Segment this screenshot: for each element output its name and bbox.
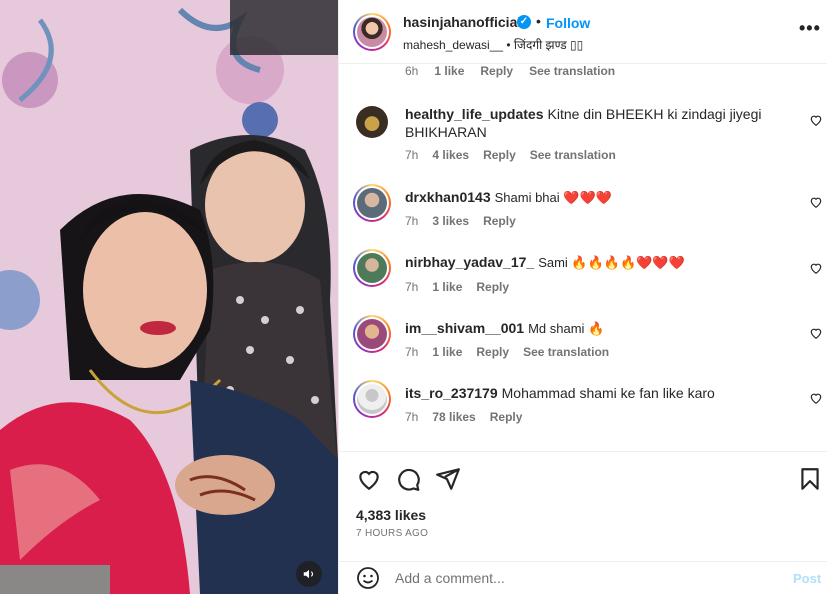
comment-text-block: drxkhan0143 Shami bhai ❤️❤️❤️ xyxy=(405,188,795,207)
more-options-icon[interactable]: ••• xyxy=(799,18,821,39)
comment-time: 6h xyxy=(405,64,419,78)
speaker-icon xyxy=(303,569,314,579)
share-icon[interactable] xyxy=(435,466,461,492)
see-translation-button[interactable]: See translation xyxy=(529,64,615,78)
audio-link[interactable]: mahesh_dewasi__ • जिंदगी झण्ड ▯▯ xyxy=(403,36,583,53)
comment-like-heart-icon[interactable] xyxy=(809,113,823,127)
post-comment-button[interactable]: Post xyxy=(793,571,821,586)
post-photo xyxy=(0,0,338,594)
comment-item: drxkhan0143 Shami bhai ❤️❤️❤️ 7h 3 likes … xyxy=(339,184,827,244)
bookmark-icon[interactable] xyxy=(797,466,823,492)
comment-text-block: nirbhay_yadav_17_ Sami 🔥🔥🔥🔥❤️❤️❤️ xyxy=(405,253,795,272)
comment-text: Sami 🔥🔥🔥🔥❤️❤️❤️ xyxy=(538,255,685,270)
comment-text: Mohammad shami ke fan like karo xyxy=(501,385,715,401)
see-translation-button[interactable]: See translation xyxy=(530,148,616,162)
comment-like-heart-icon[interactable] xyxy=(809,195,823,209)
see-translation-button[interactable]: See translation xyxy=(523,345,609,359)
reply-button[interactable]: Reply xyxy=(476,345,509,359)
reply-button[interactable]: Reply xyxy=(476,280,509,294)
comment-meta: 7h 4 likes Reply See translation xyxy=(405,148,616,162)
separator-dot: • xyxy=(536,13,541,29)
emoji-icon[interactable] xyxy=(356,566,380,590)
comment-item: im__shivam__001 Md shami 🔥 7h 1 like Repl… xyxy=(339,315,827,375)
comments-list[interactable]: 6h 1 like Reply See translation healthy_… xyxy=(339,64,827,451)
partial-comment-meta: 6h 1 like Reply See translation xyxy=(405,64,615,78)
comment-like-heart-icon[interactable] xyxy=(809,326,823,340)
owner-avatar[interactable] xyxy=(353,13,391,51)
comment-item: nirbhay_yadav_17_ Sami 🔥🔥🔥🔥❤️❤️❤️ 7h 1 li… xyxy=(339,249,827,309)
commenter-avatar[interactable] xyxy=(353,103,391,141)
comment-likes[interactable]: 1 like xyxy=(432,280,462,294)
comment-like-heart-icon[interactable] xyxy=(809,261,823,275)
comment-meta: 7h 78 likes Reply xyxy=(405,410,522,424)
comment-composer: Post xyxy=(339,561,827,594)
comment-likes[interactable]: 3 likes xyxy=(432,214,469,228)
commenter-avatar[interactable] xyxy=(353,380,391,418)
comment-text-block: healthy_life_updates Kitne din BHEEKH ki … xyxy=(405,105,795,141)
owner-username[interactable]: hasinjahanofficial xyxy=(403,14,521,30)
comment-meta: 7h 1 like Reply See translation xyxy=(405,345,609,359)
commenter-username[interactable]: healthy_life_updates xyxy=(405,106,544,122)
comment-text: Md shami 🔥 xyxy=(528,321,605,336)
comment-text-block: its_ro_237179 Mohammad shami ke fan like … xyxy=(405,384,795,402)
post-timestamp: 7 HOURS AGO xyxy=(356,528,429,539)
comment-item: its_ro_237179 Mohammad shami ke fan like … xyxy=(339,380,827,440)
comment-time: 7h xyxy=(405,345,419,359)
comment-text-block: im__shivam__001 Md shami 🔥 xyxy=(405,319,795,338)
commenter-avatar[interactable] xyxy=(353,315,391,353)
comment-icon[interactable] xyxy=(395,466,421,492)
post-media[interactable] xyxy=(0,0,338,594)
comment-item: healthy_life_updates Kitne din BHEEKH ki … xyxy=(339,103,827,173)
comment-time: 7h xyxy=(405,148,419,162)
comment-likes[interactable]: 1 like xyxy=(432,345,462,359)
comment-likes[interactable]: 78 likes xyxy=(432,410,475,424)
comment-input[interactable] xyxy=(395,568,775,588)
commenter-avatar[interactable] xyxy=(353,249,391,287)
mute-button[interactable] xyxy=(296,561,322,587)
commenter-avatar[interactable] xyxy=(353,184,391,222)
comment-meta: 7h 3 likes Reply xyxy=(405,214,516,228)
comment-time: 7h xyxy=(405,280,419,294)
commenter-username[interactable]: nirbhay_yadav_17_ xyxy=(405,254,534,270)
comment-likes[interactable]: 4 likes xyxy=(432,148,469,162)
comment-likes[interactable]: 1 like xyxy=(434,64,464,78)
comment-like-heart-icon[interactable] xyxy=(809,391,823,405)
likes-count[interactable]: 4,383 likes xyxy=(356,507,426,523)
post-actions: 4,383 likes 7 HOURS AGO xyxy=(339,451,827,561)
comment-time: 7h xyxy=(405,214,419,228)
post-header: hasinjahanofficial ✓ • Follow mahesh_dew… xyxy=(339,0,827,64)
commenter-username[interactable]: drxkhan0143 xyxy=(405,189,491,205)
reply-button[interactable]: Reply xyxy=(483,148,516,162)
reply-button[interactable]: Reply xyxy=(483,214,516,228)
heart-icon[interactable] xyxy=(356,466,382,492)
reply-button[interactable]: Reply xyxy=(480,64,513,78)
reply-button[interactable]: Reply xyxy=(490,410,523,424)
commenter-username[interactable]: im__shivam__001 xyxy=(405,320,524,336)
comment-text: Shami bhai ❤️❤️❤️ xyxy=(494,190,612,205)
follow-button[interactable]: Follow xyxy=(546,15,590,31)
comment-time: 7h xyxy=(405,410,419,424)
commenter-username[interactable]: its_ro_237179 xyxy=(405,385,498,401)
verified-badge-icon: ✓ xyxy=(517,15,531,29)
comment-meta: 7h 1 like Reply xyxy=(405,280,509,294)
post-sidebar: hasinjahanofficial ✓ • Follow mahesh_dew… xyxy=(338,0,827,594)
